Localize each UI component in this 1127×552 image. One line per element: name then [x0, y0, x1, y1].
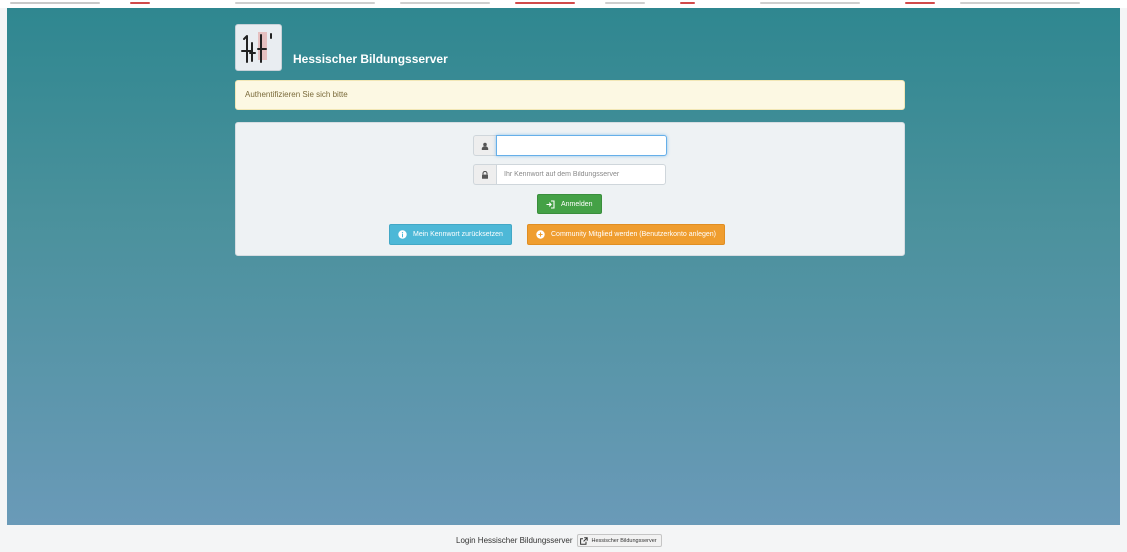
reset-password-button[interactable]: Mein Kennwort zurücksetzen [389, 224, 512, 245]
register-button[interactable]: Community Mitglied werden (Benutzerkonto… [527, 224, 725, 245]
page-footer: Login Hessischer Bildungsserver Hessisch… [0, 525, 1127, 552]
site-logo [235, 24, 282, 71]
login-page: Hessischer Bildungsserver Authentifizier… [0, 0, 1127, 552]
register-label: Community Mitglied werden (Benutzerkonto… [551, 231, 716, 238]
login-panel: Anmelden Mein Kennwort zurücksetzen Comm… [235, 122, 905, 256]
reset-password-label: Mein Kennwort zurücksetzen [413, 231, 503, 238]
footer-link-label: Hessischer Bildungsserver [591, 537, 657, 544]
footer-content: Login Hessischer Bildungsserver Hessisch… [456, 534, 662, 547]
site-header: Hessischer Bildungsserver [235, 24, 905, 72]
top-decoration-strip [0, 0, 1127, 8]
plus-circle-icon [536, 230, 545, 239]
username-input[interactable] [496, 135, 667, 156]
password-group [473, 164, 666, 185]
external-link-icon [579, 536, 588, 545]
login-button-label: Anmelden [561, 200, 593, 208]
password-input[interactable] [496, 164, 666, 185]
username-group [473, 135, 667, 156]
auth-alert: Authentifizieren Sie sich bitte [235, 80, 905, 110]
info-circle-icon [398, 230, 407, 239]
footer-link-button[interactable]: Hessischer Bildungsserver [576, 534, 662, 547]
user-icon [473, 135, 496, 156]
login-button[interactable]: Anmelden [537, 194, 602, 214]
login-icon [546, 199, 555, 209]
footer-text: Login Hessischer Bildungsserver [456, 536, 573, 545]
lock-icon [473, 164, 496, 185]
auth-alert-message: Authentifizieren Sie sich bitte [245, 90, 348, 99]
site-title: Hessischer Bildungsserver [293, 52, 448, 66]
